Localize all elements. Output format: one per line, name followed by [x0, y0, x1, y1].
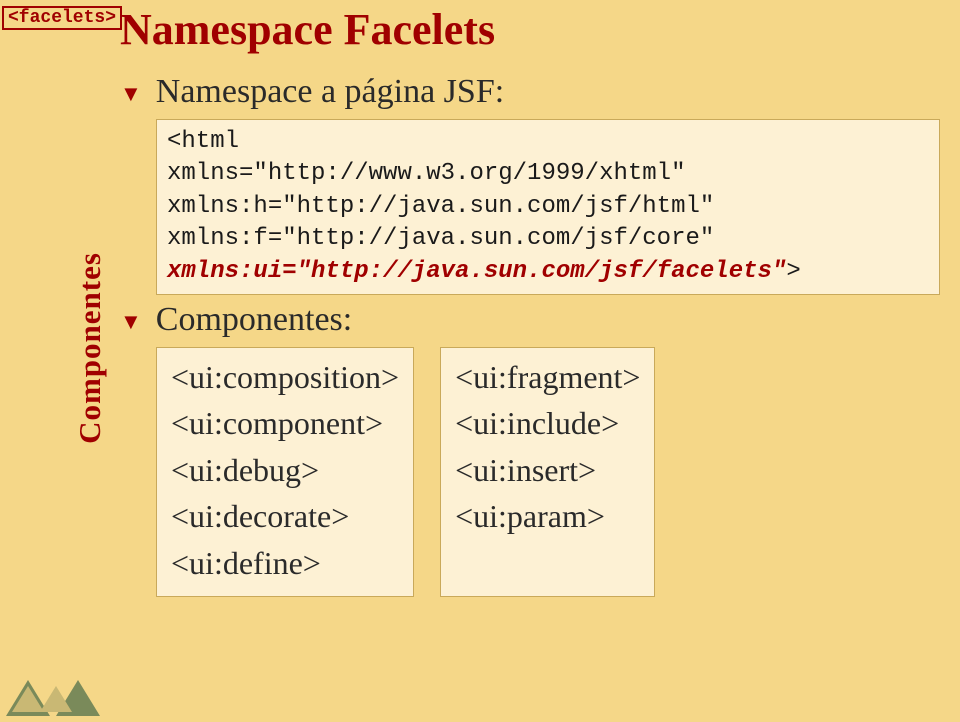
bullet-namespace: ▼ Namespace a página JSF: — [120, 73, 940, 111]
code-block-namespace: <html xmlns="http://www.w3.org/1999/xhtm… — [156, 119, 940, 295]
component-item: <ui:include> — [455, 400, 640, 446]
code-highlight: xmlns:ui="http://java.sun.com/jsf/facele… — [167, 258, 786, 285]
nav-arrows — [6, 680, 100, 716]
code-line: xmlns:h="http://java.sun.com/jsf/html" — [167, 191, 929, 223]
component-item: <ui:debug> — [171, 447, 399, 493]
sidebar-label: Componentes — [72, 252, 108, 444]
code-line: xmlns:ui="http://java.sun.com/jsf/facele… — [167, 256, 929, 288]
bullet-text: Componentes: — [156, 301, 352, 339]
next-arrow[interactable] — [56, 680, 100, 716]
component-item: <ui:define> — [171, 540, 399, 586]
component-item: <ui:fragment> — [455, 354, 640, 400]
code-line: xmlns:f="http://java.sun.com/jsf/core" — [167, 223, 929, 255]
component-item: <ui:composition> — [171, 354, 399, 400]
tag-badge: <facelets> — [2, 6, 122, 30]
components-left-box: <ui:composition> <ui:component> <ui:debu… — [156, 347, 414, 597]
bullet-icon: ▼ — [120, 81, 142, 107]
component-item: <ui:param> — [455, 493, 640, 539]
code-line: <html — [167, 126, 929, 158]
bullet-text: Namespace a página JSF: — [156, 73, 504, 111]
component-item: <ui:insert> — [455, 447, 640, 493]
bullet-components: ▼ Componentes: — [120, 301, 940, 339]
bullet-icon: ▼ — [120, 309, 142, 335]
slide-content: Namespace Facelets ▼ Namespace a página … — [120, 4, 940, 597]
component-item: <ui:component> — [171, 400, 399, 446]
component-item: <ui:decorate> — [171, 493, 399, 539]
components-row: <ui:composition> <ui:component> <ui:debu… — [156, 347, 940, 597]
code-line: xmlns="http://www.w3.org/1999/xhtml" — [167, 158, 929, 190]
components-right-box: <ui:fragment> <ui:include> <ui:insert> <… — [440, 347, 655, 597]
page-title: Namespace Facelets — [120, 4, 940, 55]
